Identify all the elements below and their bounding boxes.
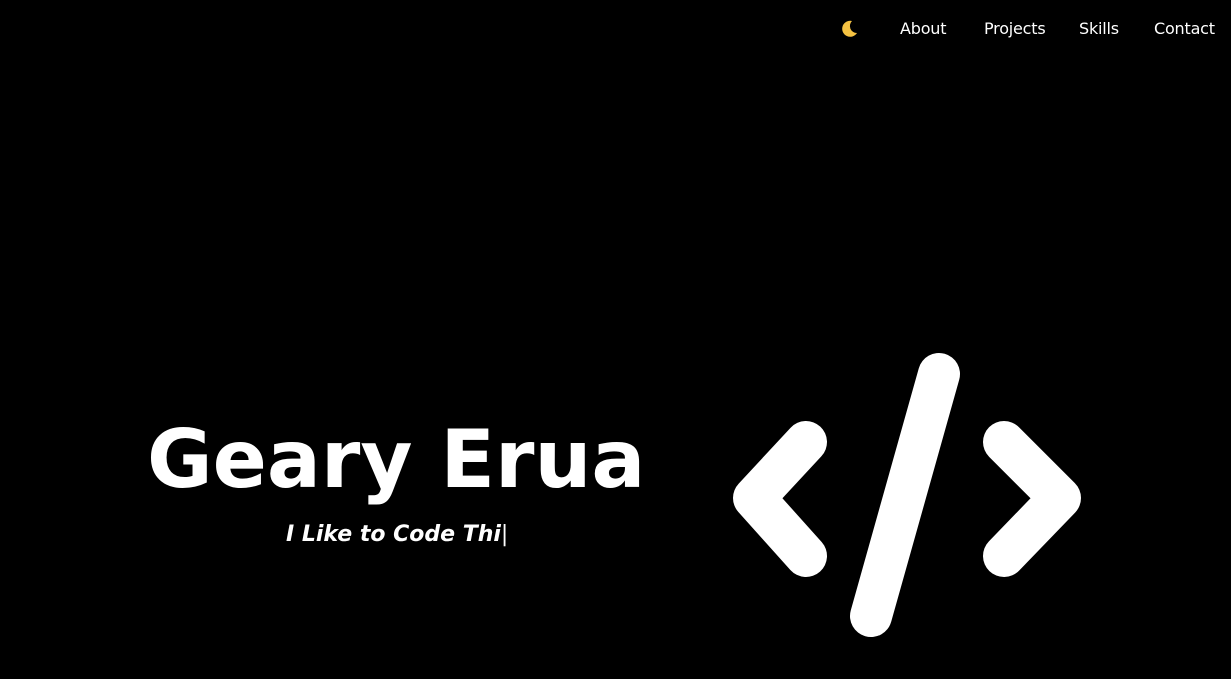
top-navigation: About Projects Skills Contact xyxy=(0,0,1231,60)
nav-skills-link[interactable]: Skills xyxy=(1079,19,1119,38)
moon-icon[interactable] xyxy=(838,18,860,40)
code-brackets-icon xyxy=(720,350,1100,650)
nav-about-link[interactable]: About xyxy=(900,19,947,38)
hero-tagline: I Like to Code Thi| xyxy=(286,520,508,550)
nav-contact-link[interactable]: Contact xyxy=(1154,19,1215,38)
hero-name: Geary Erua xyxy=(147,413,646,506)
tagline-text: I Like to Code Thi xyxy=(286,522,501,547)
nav-projects-link[interactable]: Projects xyxy=(984,19,1046,38)
typing-cursor: | xyxy=(500,522,509,547)
page: About Projects Skills Contact Geary Erua… xyxy=(0,0,1231,679)
